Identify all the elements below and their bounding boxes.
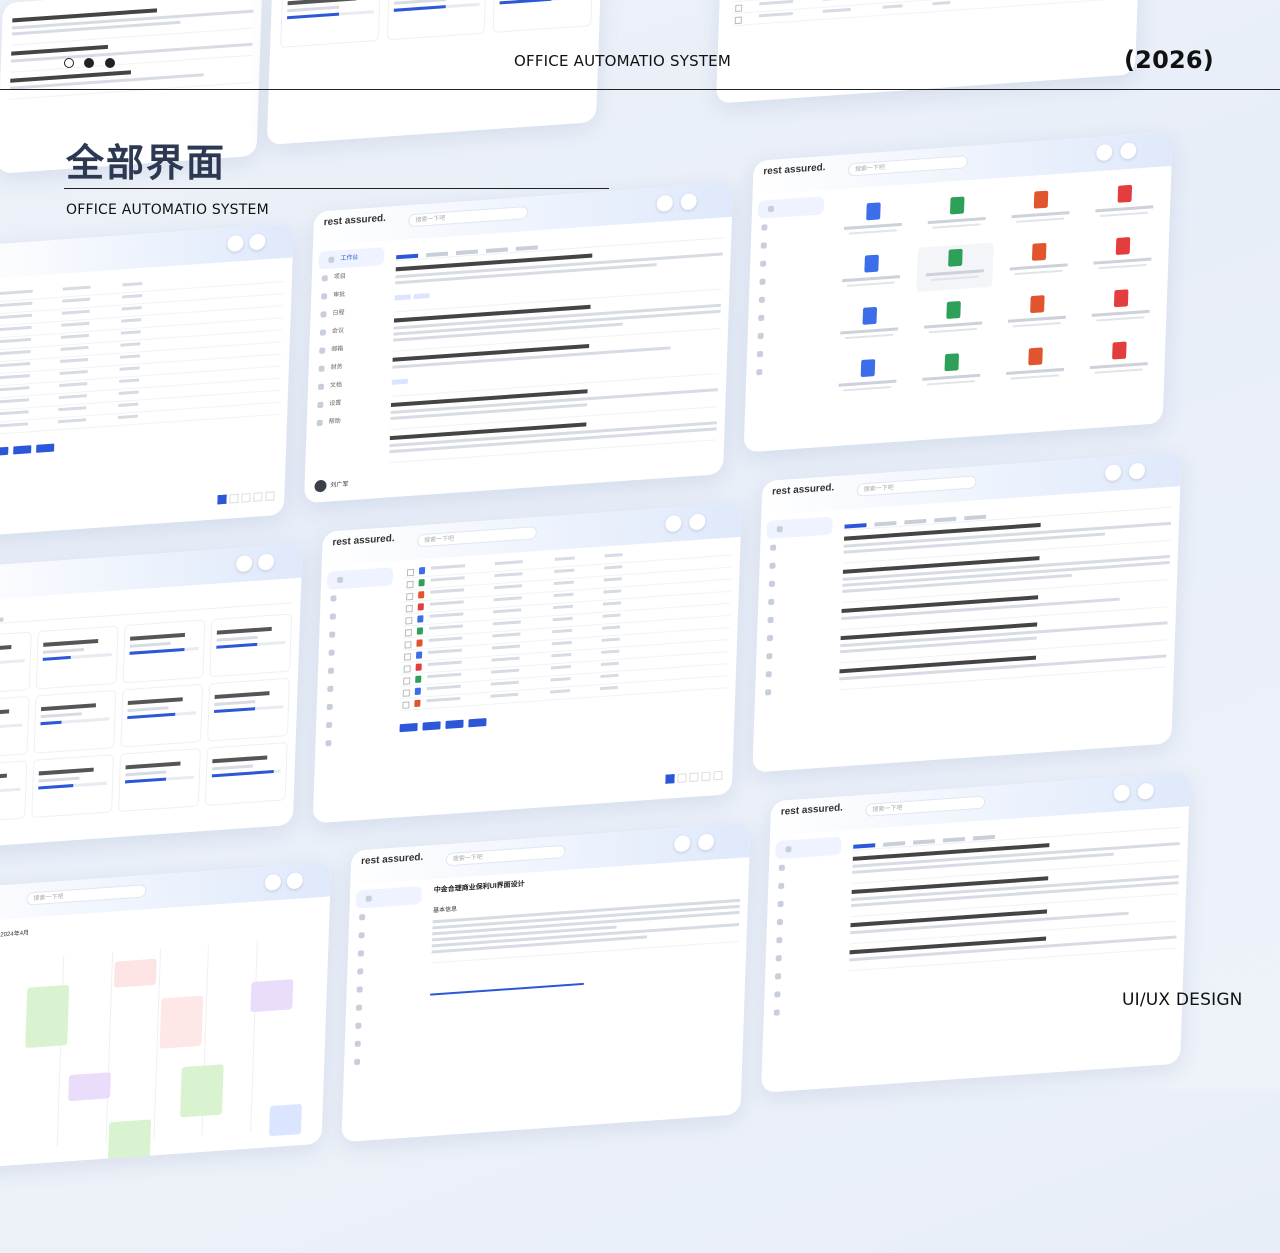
user-profile[interactable]: 刘广军 (314, 478, 349, 493)
avatar (314, 479, 327, 493)
search-input[interactable]: 搜索一下吧 (408, 205, 529, 228)
screen-approval-2: rest assured. 搜索一下吧 (752, 451, 1182, 773)
dots-decor (64, 55, 115, 73)
brand-label-4: rest assured. (771, 482, 835, 498)
subtitle-top: OFFICE AUTOMATIO SYSTEM (514, 52, 732, 70)
brand-label-6: rest assured. (780, 802, 844, 818)
search-input-2[interactable]: 搜索一下吧 (847, 155, 968, 177)
search-input-7[interactable]: 搜索一下吧 (865, 795, 986, 817)
search-input-5[interactable]: 搜索一下吧 (26, 884, 147, 906)
subtitle-left: OFFICE AUTOMATIO SYSTEM (66, 202, 269, 218)
header-rule (0, 89, 1280, 90)
year-label: (2026) (1124, 46, 1214, 74)
search-input-4[interactable]: 搜索一下吧 (856, 475, 977, 497)
screen-file-list-left (0, 223, 294, 538)
theme-toggle-icon[interactable] (680, 193, 697, 211)
search-input-3[interactable]: 搜索一下吧 (416, 526, 538, 548)
page-title: 全部界面 (66, 141, 227, 185)
sidebar: 工作台 项目 审批 日程 会议 邮箱 财务 文档 设置 帮助 刘广军 (304, 241, 391, 504)
footer-tag: UI/UX DESIGN (1122, 990, 1243, 1010)
screen-project-detail: rest assured. 搜索一下吧 中金合理商业保利UI界面设计 基本信息 (341, 822, 751, 1143)
title-rule (64, 188, 609, 189)
user-name: 刘广军 (330, 481, 349, 489)
screen-projects-kanban (0, 543, 303, 850)
brand-label-3: rest assured. (332, 533, 395, 549)
bell-icon[interactable] (656, 194, 674, 212)
search-input-6[interactable]: 搜索一下吧 (445, 844, 566, 867)
brand-label-5: rest assured. (360, 851, 424, 868)
brand-label-2: rest assured. (763, 162, 826, 178)
screen-documents-grid: rest assured. 搜索一下吧 (743, 131, 1173, 453)
brand-label: rest assured. (323, 212, 387, 229)
screen-kanban-top (266, 0, 602, 146)
screen-approval-1: rest assured. 搜索一下吧 工作台 项目 审批 日程 会议 邮箱 财… (303, 182, 734, 504)
screen-calendar: 搜索一下吧 2024年4月 (0, 862, 332, 1172)
screen-approval-3: rest assured. 搜索一下吧 (761, 772, 1191, 1093)
screen-file-list-mid: rest assured. 搜索一下吧 (312, 502, 742, 824)
